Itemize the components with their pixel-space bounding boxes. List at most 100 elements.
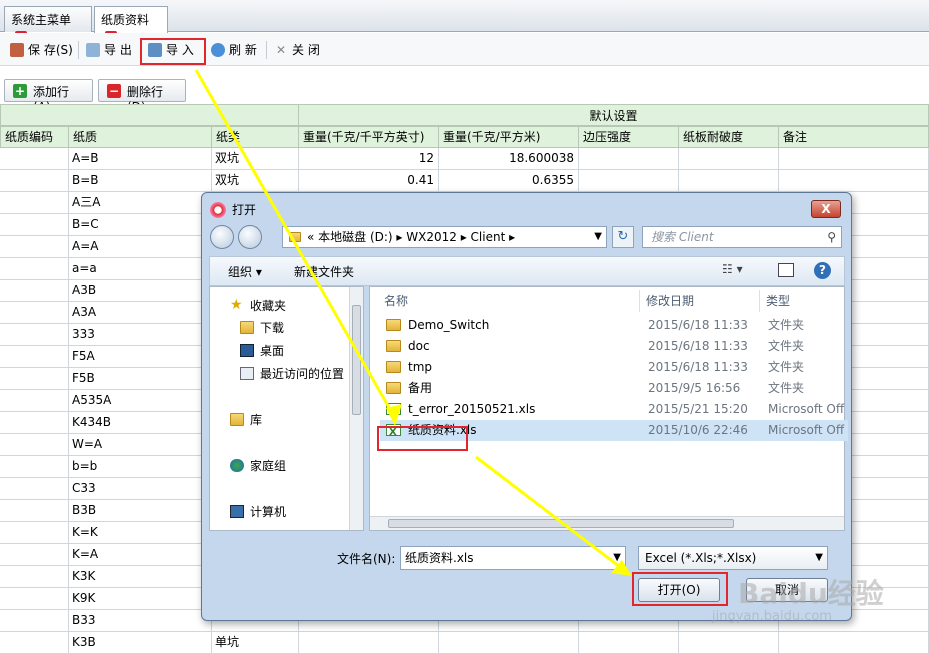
address-bar[interactable]: « 本地磁盘 (D:) ▸ WX2012 ▸ Client ▸ ▼ <box>282 226 607 248</box>
grid-cell[interactable] <box>0 280 69 302</box>
grid-cell[interactable] <box>0 412 69 434</box>
grid-cell[interactable] <box>0 566 69 588</box>
grid-cell[interactable]: 12 <box>298 148 439 170</box>
search-icon[interactable]: ⚲ <box>827 227 836 247</box>
organize-button[interactable]: 组织 ▾ <box>228 263 262 280</box>
file-row[interactable]: Demo_Switch 2015/6/18 11:33 文件夹 <box>380 315 848 336</box>
new-folder-button[interactable]: 新建文件夹 <box>294 263 354 280</box>
refresh-icon[interactable]: ↻ <box>612 226 634 248</box>
grid-cell[interactable] <box>678 170 779 192</box>
file-row[interactable]: tmp 2015/6/18 11:33 文件夹 <box>380 357 848 378</box>
nav-homegroup[interactable]: 家庭组 <box>230 457 286 475</box>
column-date[interactable]: 修改日期 <box>640 290 760 312</box>
grid-cell[interactable]: K3K <box>68 566 212 588</box>
grid-cell[interactable] <box>0 588 69 610</box>
grid-cell[interactable] <box>0 170 69 192</box>
delete-row-button[interactable]: − 删除行(D) <box>98 79 186 114</box>
grid-cell[interactable] <box>0 544 69 566</box>
grid-cell[interactable] <box>578 148 679 170</box>
column-header[interactable]: 纸质 <box>68 126 212 148</box>
refresh-button[interactable]: 刷 新 <box>209 39 257 61</box>
save-button[interactable]: 保 存(S) <box>8 39 73 61</box>
grid-cell[interactable] <box>0 148 69 170</box>
grid-cell[interactable]: B3B <box>68 500 212 522</box>
column-name[interactable]: 名称 <box>378 290 640 312</box>
grid-cell[interactable] <box>0 302 69 324</box>
grid-cell[interactable]: F5A <box>68 346 212 368</box>
column-header[interactable]: 重量(千克/千平方英寸) <box>298 126 439 148</box>
grid-cell[interactable]: A535A <box>68 390 212 412</box>
file-list-scrollbar-thumb[interactable] <box>388 519 734 528</box>
grid-cell[interactable]: A3A <box>68 302 212 324</box>
column-header[interactable]: 纸板耐破度 <box>678 126 779 148</box>
grid-cell[interactable] <box>0 236 69 258</box>
grid-cell[interactable]: 0.6355 <box>438 170 579 192</box>
forward-button[interactable] <box>238 225 262 249</box>
column-header[interactable]: 重量(千克/平方米) <box>438 126 579 148</box>
grid-cell[interactable] <box>0 324 69 346</box>
grid-cell[interactable]: 双坑 <box>211 170 299 192</box>
grid-cell[interactable] <box>578 170 679 192</box>
search-input[interactable]: 搜索 Client ⚲ <box>642 226 842 248</box>
grid-cell[interactable] <box>0 258 69 280</box>
filename-input[interactable]: 纸质资料.xls ▼ <box>400 546 626 570</box>
grid-cell[interactable] <box>0 522 69 544</box>
nav-computer[interactable]: 计算机 <box>230 503 286 521</box>
tab-main-menu[interactable]: 系统主菜单✕ <box>4 6 92 43</box>
grid-cell[interactable] <box>0 192 69 214</box>
column-header[interactable]: 纸质编码 <box>0 126 69 148</box>
column-header[interactable]: 纸类 <box>211 126 299 148</box>
grid-cell[interactable]: B=B <box>68 170 212 192</box>
grid-cell[interactable]: B=C <box>68 214 212 236</box>
grid-cell[interactable] <box>778 170 929 192</box>
chevron-down-icon[interactable]: ▼ <box>594 227 602 247</box>
nav-scrollbar[interactable] <box>349 287 363 530</box>
grid-cell[interactable] <box>678 148 779 170</box>
grid-cell[interactable]: B33 <box>68 610 212 632</box>
export-button[interactable]: 导 出 <box>84 39 132 61</box>
file-list-scrollbar[interactable] <box>370 516 844 530</box>
close-button[interactable]: ✕ 关 闭 <box>272 39 320 61</box>
column-header[interactable]: 备注 <box>778 126 929 148</box>
grid-cell[interactable] <box>0 368 69 390</box>
grid-cell[interactable] <box>0 214 69 236</box>
column-header[interactable]: 边压强度 <box>578 126 679 148</box>
grid-cell[interactable]: 18.600038 <box>438 148 579 170</box>
tab-paper-data[interactable]: 纸质资料✕ <box>94 6 168 43</box>
file-row[interactable]: doc 2015/6/18 11:33 文件夹 <box>380 336 848 357</box>
chevron-down-icon[interactable]: ▼ <box>613 547 621 569</box>
grid-cell[interactable]: K=K <box>68 522 212 544</box>
file-row[interactable]: t_error_20150521.xls 2015/5/21 15:20 Micro… <box>380 399 848 420</box>
chevron-down-icon[interactable]: ▼ <box>815 547 823 569</box>
grid-cell[interactable] <box>0 390 69 412</box>
grid-cell[interactable]: K=A <box>68 544 212 566</box>
grid-cell[interactable] <box>778 148 929 170</box>
grid-cell[interactable]: W=A <box>68 434 212 456</box>
grid-cell[interactable]: K9K <box>68 588 212 610</box>
grid-cell[interactable] <box>0 434 69 456</box>
grid-cell[interactable]: C33 <box>68 478 212 500</box>
grid-cell[interactable]: 双坑 <box>211 148 299 170</box>
preview-pane-icon[interactable] <box>778 263 794 277</box>
grid-cell[interactable] <box>0 478 69 500</box>
grid-cell[interactable]: K434B <box>68 412 212 434</box>
grid-cell[interactable]: A三A <box>68 192 212 214</box>
grid-cell[interactable]: A=B <box>68 148 212 170</box>
grid-cell[interactable]: F5B <box>68 368 212 390</box>
nav-favorites[interactable]: ★ 收藏夹 <box>230 297 286 315</box>
grid-cell[interactable]: 333 <box>68 324 212 346</box>
grid-cell[interactable] <box>0 346 69 368</box>
grid-cell[interactable] <box>0 500 69 522</box>
add-row-button[interactable]: + 添加行(A) <box>4 79 93 114</box>
nav-downloads[interactable]: 下载 <box>240 319 284 337</box>
file-row[interactable]: 备用 2015/9/5 16:56 文件夹 <box>380 378 848 399</box>
column-type[interactable]: 类型 <box>760 290 850 312</box>
nav-libraries[interactable]: 库 <box>230 411 262 429</box>
grid-cell[interactable] <box>0 456 69 478</box>
nav-recent[interactable]: 最近访问的位置 <box>240 365 344 383</box>
grid-cell[interactable]: A=A <box>68 236 212 258</box>
nav-desktop[interactable]: 桌面 <box>240 342 284 360</box>
view-menu-icon[interactable]: ☷ ▾ <box>722 262 743 276</box>
grid-cell[interactable] <box>0 610 69 632</box>
grid-cell[interactable]: a=a <box>68 258 212 280</box>
